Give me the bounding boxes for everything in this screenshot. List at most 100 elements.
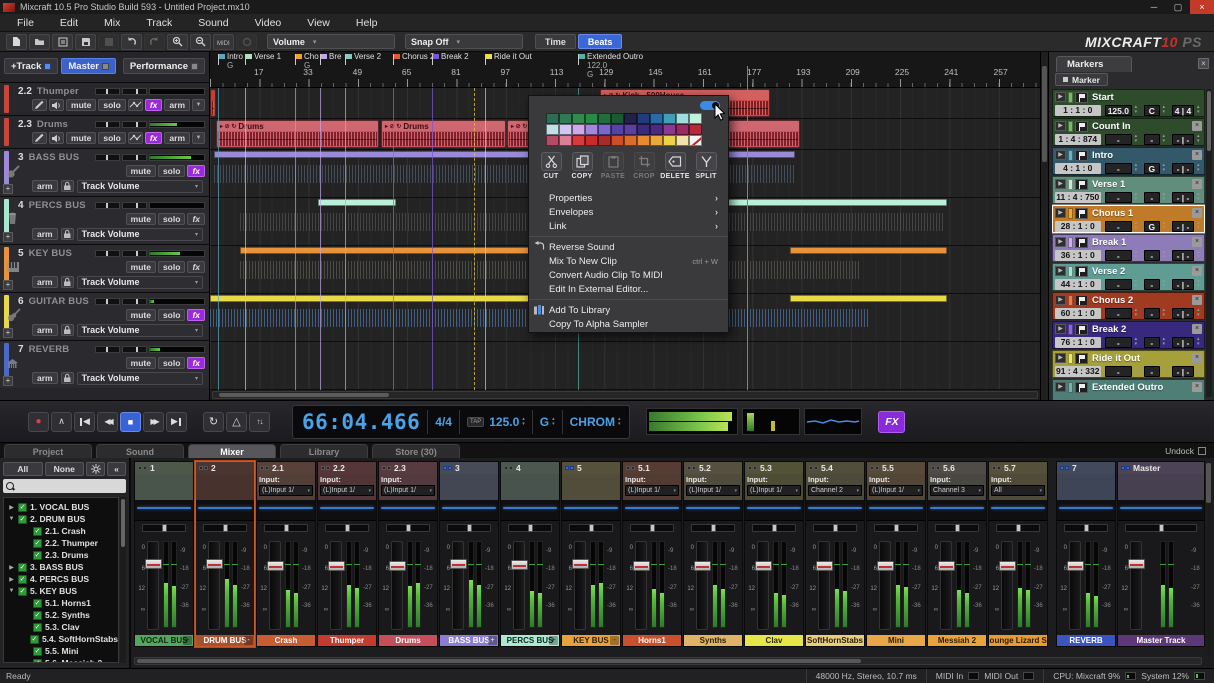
tree-expand-icon[interactable]: ▼	[8, 588, 15, 594]
tree-item[interactable]: ▶ ✓ 3. BASS BUS	[4, 561, 118, 573]
marker-tempo[interactable]: -	[1105, 366, 1133, 377]
marker-delete-button[interactable]: ×	[1192, 208, 1202, 218]
tempo-spinner[interactable]: ▴▾	[1132, 308, 1140, 318]
channel-name[interactable]: BASS BUS+	[440, 635, 498, 646]
automation-icon[interactable]	[128, 132, 143, 144]
color-swatch[interactable]	[611, 124, 624, 135]
stop-button[interactable]: ■	[120, 412, 141, 432]
master-fx-button[interactable]: FX	[878, 411, 905, 433]
playhead[interactable]	[747, 66, 748, 390]
marker-expand-button[interactable]: ▶	[1055, 92, 1066, 102]
mixer-channel-1[interactable]: 1 0612∞ -9-18-27-36 VOCAL BUS+	[134, 461, 194, 647]
marker-timesig[interactable]: - | -	[1172, 279, 1195, 290]
volume-fader[interactable]	[452, 541, 464, 630]
input-select[interactable]: (L)Input 1/▾	[869, 485, 923, 496]
track-color-strip[interactable]	[4, 85, 9, 113]
tempo-spinner[interactable]: ▴▾	[1132, 366, 1140, 376]
new-project-icon[interactable]	[6, 34, 27, 50]
track-options-chevron-icon[interactable]: ▼	[192, 132, 205, 144]
mute-button[interactable]: mute	[126, 357, 156, 369]
marker-expand-button[interactable]: ▶	[1055, 179, 1066, 189]
tempo-spinner[interactable]: ▴▾	[1132, 221, 1140, 231]
channel-name[interactable]: Clav	[745, 635, 803, 646]
clip-region[interactable]	[790, 247, 947, 254]
menu-video[interactable]: Video	[242, 17, 295, 29]
collapse-panel-button[interactable]: «	[107, 462, 126, 476]
solo-button[interactable]: solo	[98, 99, 125, 111]
mixer-channel-5.1[interactable]: 5.1 Input:(L)Input 1/▾ 0612∞ -9-18-27-36…	[622, 461, 682, 647]
draw-icon[interactable]	[32, 99, 47, 111]
volume-fader[interactable]	[940, 541, 952, 630]
color-swatch[interactable]	[624, 113, 637, 124]
track-volume-select[interactable]: Track Volume▾	[77, 228, 203, 241]
marker-color-chip[interactable]	[1068, 150, 1073, 161]
timesig-spinner[interactable]: ▴▾	[1194, 192, 1202, 202]
channel-name[interactable]: Master Track	[1118, 635, 1204, 646]
arrangement-vscrollbar[interactable]	[1040, 52, 1048, 400]
track-volume-slider[interactable]	[95, 346, 120, 353]
marker-tempo[interactable]: -	[1105, 221, 1133, 232]
tempo-spinner[interactable]: ▴▾	[1132, 250, 1140, 260]
color-swatch[interactable]	[676, 124, 689, 135]
color-swatch[interactable]	[546, 124, 559, 135]
tempo-spinner[interactable]: ▴▾	[1132, 163, 1140, 173]
undock-button[interactable]: Undock	[1165, 446, 1206, 456]
channel-name[interactable]: Lounge Lizard S..	[989, 635, 1047, 646]
volume-fader[interactable]	[269, 541, 281, 630]
volume-fader[interactable]	[1001, 541, 1013, 630]
pan-slider[interactable]	[142, 524, 186, 532]
automation-icon[interactable]	[128, 99, 143, 111]
tempo-spinner[interactable]: ▴▾	[1132, 105, 1140, 115]
checkbox-icon[interactable]: ✓	[33, 539, 42, 548]
channel-name[interactable]: REVERB	[1057, 635, 1115, 646]
marker-position[interactable]: 60 : 1 : 0	[1055, 308, 1101, 319]
marker-key[interactable]: C	[1144, 105, 1160, 116]
tree-item[interactable]: ✓ 2.1. Crash	[4, 525, 118, 537]
input-select[interactable]: (L)Input 1/▾	[625, 485, 679, 496]
eq-display[interactable]	[806, 500, 864, 521]
marker-color-chip[interactable]	[1068, 237, 1073, 248]
tree-item[interactable]: ✓ 5.3. Clav	[4, 621, 118, 633]
color-swatch[interactable]	[611, 135, 624, 146]
menu-item-copy-to-alpha-sampler[interactable]: Copy To Alpha Sampler	[529, 317, 728, 331]
mixer-channel-5[interactable]: 5 0612∞ -9-18-27-36 KEY BUS-	[561, 461, 621, 647]
marker-name[interactable]: Chorus 1	[1092, 208, 1190, 219]
mixer-channel-5.6[interactable]: 5.6 Input:Channel 3▾ 0612∞ -9-18-27-36 M…	[927, 461, 987, 647]
mixer-channel-7[interactable]: 7 0612∞ -9-18-27-36 REVERB	[1056, 461, 1116, 647]
marker-color-chip[interactable]	[1068, 179, 1073, 190]
solo-button[interactable]: solo	[158, 165, 185, 177]
marker-color-chip[interactable]	[1068, 324, 1073, 335]
save-icon[interactable]	[75, 34, 96, 50]
marker-timesig[interactable]: 4 | 4	[1172, 105, 1195, 116]
arm-button[interactable]: arm	[32, 276, 58, 288]
lock-icon[interactable]	[61, 276, 74, 288]
marker-name[interactable]: Verse 1	[1092, 179, 1190, 190]
marker-expand-button[interactable]: ▶	[1055, 121, 1066, 131]
eq-display[interactable]	[379, 500, 437, 521]
menu-mix[interactable]: Mix	[91, 17, 133, 29]
marker-expand-button[interactable]: ▶	[1055, 353, 1066, 363]
marker-key[interactable]: G	[1144, 221, 1160, 232]
marker-row[interactable]: ▶ Ride it Out × 91 : 4 : 332 -▴▾ -▴▾ - |…	[1052, 350, 1205, 378]
no-color-swatch[interactable]	[689, 135, 702, 146]
arm-button[interactable]: arm	[32, 372, 58, 384]
track-volume-slider[interactable]	[95, 202, 120, 209]
timesig-spinner[interactable]: ▴▾	[1194, 337, 1202, 347]
eq-display[interactable]	[989, 500, 1047, 521]
mixer-channel-2.1[interactable]: 2.1 Input:(L)Input 1/▾ 0612∞ -9-18-27-36…	[256, 461, 316, 647]
tab-library[interactable]: Library	[280, 444, 368, 458]
scale-spinner[interactable]: ▴▾	[618, 417, 621, 427]
tree-expand-icon[interactable]: ▶	[8, 504, 15, 511]
key-spinner[interactable]: ▴▾	[1160, 163, 1168, 173]
volume-fader[interactable]	[696, 541, 708, 630]
copy-button[interactable]: COPY	[567, 152, 597, 180]
mixer-vscrollbar[interactable]	[1205, 461, 1212, 654]
color-swatch[interactable]	[598, 113, 611, 124]
marker-name[interactable]: Ride it Out	[1092, 353, 1190, 364]
key-spinner[interactable]: ▴▾	[1160, 134, 1168, 144]
channel-name[interactable]: Drums	[379, 635, 437, 646]
marker-expand-button[interactable]: ▶	[1055, 150, 1066, 160]
marker-name[interactable]: Count In	[1092, 121, 1190, 132]
marker-expand-button[interactable]: ▶	[1055, 208, 1066, 218]
menu-help[interactable]: Help	[343, 17, 391, 29]
